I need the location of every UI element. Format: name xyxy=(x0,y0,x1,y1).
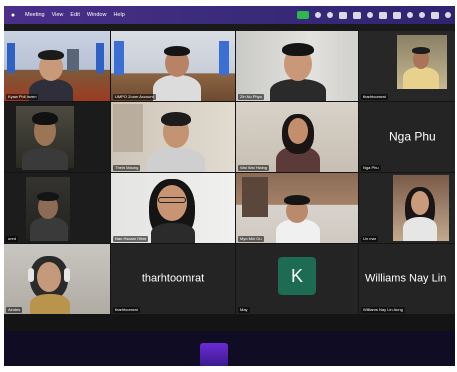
participant-name: Aindes xyxy=(6,307,23,313)
participant-tile[interactable]: Myo Min Ou xyxy=(236,173,358,243)
participant-tile[interactable] xyxy=(4,102,110,172)
participant-tile[interactable]: Thein Maung xyxy=(111,102,235,172)
record-icon[interactable] xyxy=(315,12,321,18)
circle-icon[interactable] xyxy=(367,12,373,18)
participant-tile[interactable]: ured xyxy=(4,173,110,243)
menu-meeting[interactable]: Meeting xyxy=(25,12,45,18)
participant-tile[interactable]: tharhtoomrat tharhtoomrat xyxy=(111,244,235,314)
participant-name: Nan Hsaam Hline xyxy=(113,236,149,242)
menu-help[interactable]: Help xyxy=(113,12,124,18)
zoom-screen: ● Meeting View Edit Window Help Kyaw Phi… xyxy=(4,6,455,366)
zoom-camera-icon[interactable] xyxy=(297,11,309,19)
bag-icon[interactable] xyxy=(353,11,361,19)
participant-tile[interactable]: Zin Nu Phyo xyxy=(236,31,358,101)
participant-name: Williams Nay Lin Aung xyxy=(361,307,405,313)
video-gallery: Kyaw Phil Inzen UMPO Zoom Account Zin Nu… xyxy=(4,31,455,331)
participant-tile[interactable]: Williams Nay Lin Williams Nay Lin Aung xyxy=(359,244,455,314)
battery-icon[interactable] xyxy=(393,11,401,19)
participant-tile[interactable]: Aindes xyxy=(4,244,110,314)
participant-name: tharhtoomrat xyxy=(113,307,140,313)
menu-bar: ● Meeting View Edit Window Help xyxy=(4,6,455,24)
participant-tile[interactable]: Wai Wai Hlaing xyxy=(236,102,358,172)
participant-tile[interactable]: K May xyxy=(236,244,358,314)
app-icon[interactable] xyxy=(379,11,387,19)
menu-view[interactable]: View xyxy=(52,12,64,18)
control-center-icon[interactable] xyxy=(431,11,439,19)
participant-name: Zin Nu Phyo xyxy=(238,94,265,100)
cloud-icon[interactable] xyxy=(339,11,347,19)
menu-window[interactable]: Window xyxy=(87,12,107,18)
participant-name: Wai Wai Hlaing xyxy=(238,165,270,171)
wifi-icon[interactable] xyxy=(407,12,413,18)
participant-name: Thein Maung xyxy=(113,165,141,171)
participant-tile[interactable]: tharhtoomrat xyxy=(359,31,455,101)
participant-name: Kyaw Phil Inzen xyxy=(6,94,39,100)
participant-name: May xyxy=(238,307,250,313)
participant-tile[interactable]: Nga Phu Nga Phu xyxy=(359,102,455,172)
participant-tile[interactable]: UMPO Zoom Account xyxy=(111,31,235,101)
participant-tile[interactable]: Nan Hsaam Hline xyxy=(111,173,235,243)
participant-display-name: Nga Phu xyxy=(389,129,436,144)
participant-name: Un mar xyxy=(361,236,379,242)
participant-name: ured xyxy=(6,236,19,242)
search-icon[interactable] xyxy=(419,12,425,18)
participant-display-name: tharhtoomrat xyxy=(141,272,205,285)
menu-edit[interactable]: Edit xyxy=(70,12,79,18)
participant-name: UMPO Zoom Account xyxy=(113,94,156,100)
settings-icon[interactable] xyxy=(327,12,333,18)
participant-display-name: Williams Nay Lin xyxy=(365,272,447,285)
participant-avatar: K xyxy=(278,257,316,295)
apple-icon[interactable]: ● xyxy=(8,12,18,19)
participant-name: Myo Min Ou xyxy=(238,236,264,242)
participant-tile[interactable]: Kyaw Phil Inzen xyxy=(4,31,110,101)
desktop-background xyxy=(4,331,455,366)
status-icons xyxy=(297,6,451,24)
siri-icon[interactable] xyxy=(445,12,451,18)
participant-name: Nga Phu xyxy=(361,165,381,171)
participant-name: tharhtoomrat xyxy=(361,94,388,100)
dock-glow xyxy=(200,343,228,366)
participant-tile[interactable]: Un mar xyxy=(359,173,455,243)
